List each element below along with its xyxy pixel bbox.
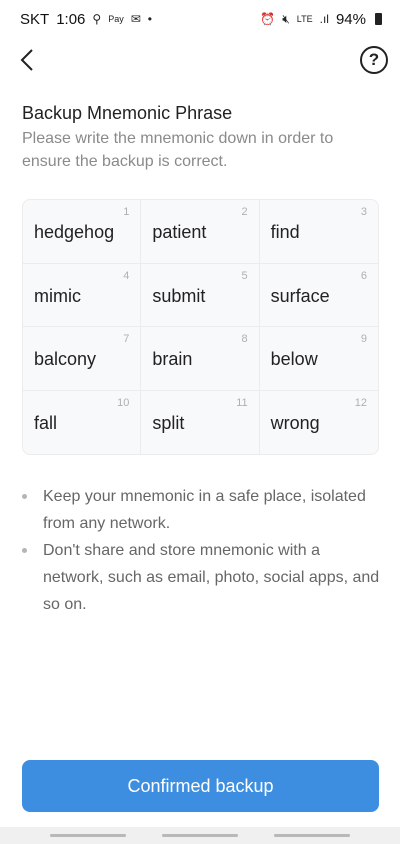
mnemonic-word-cell: 1 hedgehog	[23, 200, 142, 264]
alarm-icon: ⏰	[260, 12, 276, 26]
mnemonic-word-cell: 12 wrong	[260, 391, 378, 455]
bell-icon: ⚲	[92, 12, 102, 26]
page-subtitle: Please write the mnemonic down in order …	[22, 130, 334, 170]
note-text: Don't share and store mnemonic with a ne…	[43, 542, 380, 613]
mnemonic-word: surface	[270, 285, 330, 306]
mnemonic-word-cell: 8 brain	[141, 327, 260, 391]
mail-icon: ✉	[130, 12, 141, 26]
mnemonic-grid: 1 hedgehog 2 patient 3 find 4 mimic 5 submit …	[22, 199, 379, 455]
nav-bar: ?	[0, 42, 400, 78]
nav-pill-right[interactable]	[274, 834, 350, 837]
system-nav-bar	[0, 827, 400, 844]
note-item: Keep your mnemonic in a safe place, isol…	[22, 483, 382, 537]
bullet-icon	[22, 548, 27, 553]
mnemonic-word-cell: 11 split	[141, 390, 260, 454]
word-index: 9	[360, 333, 367, 345]
mnemonic-word-cell: 4 mimic	[23, 263, 142, 327]
network-label: LTE	[296, 14, 313, 24]
word-index: 8	[241, 333, 248, 345]
confirm-backup-button[interactable]: Confirmed backup	[22, 760, 379, 812]
mnemonic-word-cell: 2 patient	[141, 200, 260, 264]
word-index: 4	[123, 269, 130, 282]
mute-icon: 🔇︎	[282, 11, 290, 26]
mnemonic-word-cell: 10 fall	[23, 390, 142, 454]
nav-pill-left[interactable]	[50, 834, 126, 837]
mnemonic-word: split	[152, 412, 185, 433]
time-label: 1:06	[56, 10, 86, 28]
dot-icon: •	[147, 12, 152, 26]
battery-icon	[375, 13, 382, 25]
status-left: SKT 1:06 ⚲ Pay ✉ •	[20, 11, 152, 28]
mnemonic-word-cell: 9 below	[259, 327, 378, 391]
mnemonic-word-cell: 6 surface	[259, 264, 378, 327]
word-index: 7	[123, 333, 130, 345]
mnemonic-word: mimic	[34, 285, 81, 306]
battery-percent: 94%	[335, 10, 366, 28]
mnemonic-word: find	[270, 222, 300, 242]
mnemonic-word: patient	[152, 222, 207, 242]
mnemonic-word: fall	[34, 412, 58, 433]
question-icon: ?	[368, 50, 380, 69]
mnemonic-word: balcony	[34, 349, 97, 369]
nav-pill-center[interactable]	[162, 834, 238, 837]
status-bar: SKT 1:06 ⚲ Pay ✉ • ⏰ 🔇︎ LTE .ıl 94%	[0, 0, 400, 38]
mnemonic-word: wrong	[270, 412, 320, 433]
bullet-icon	[22, 494, 27, 499]
page-title: Backup Mnemonic Phrase	[22, 103, 233, 123]
status-right: ⏰ 🔇︎ LTE .ıl 94%	[260, 11, 382, 28]
word-index: 12	[354, 396, 367, 409]
word-index: 5	[241, 269, 248, 282]
pay-icon: Pay	[108, 14, 124, 24]
note-item: Don't share and store mnemonic with a ne…	[22, 537, 382, 618]
word-index: 11	[236, 396, 248, 409]
word-index: 1	[123, 206, 130, 218]
chevron-left-icon	[20, 49, 33, 71]
word-index: 3	[360, 206, 367, 218]
signal-icon: .ıl	[319, 12, 329, 26]
word-index: 6	[360, 269, 367, 282]
back-button[interactable]	[12, 44, 42, 76]
confirm-backup-label: Confirmed backup	[127, 775, 274, 796]
word-index: 2	[241, 206, 248, 218]
note-text: Keep your mnemonic in a safe place, isol…	[43, 488, 366, 532]
mnemonic-word: below	[270, 349, 318, 369]
carrier-label: SKT	[20, 10, 50, 28]
mnemonic-word: hedgehog	[34, 222, 115, 242]
help-button[interactable]: ?	[360, 46, 388, 74]
mnemonic-word: submit	[152, 285, 206, 306]
mnemonic-word-cell: 7 balcony	[23, 327, 142, 391]
backup-notes: Keep your mnemonic in a safe place, isol…	[22, 483, 382, 618]
mnemonic-word: brain	[152, 349, 193, 369]
word-index: 10	[117, 396, 130, 409]
mnemonic-word-cell: 5 submit	[141, 263, 260, 327]
mnemonic-word-cell: 3 find	[259, 200, 378, 264]
